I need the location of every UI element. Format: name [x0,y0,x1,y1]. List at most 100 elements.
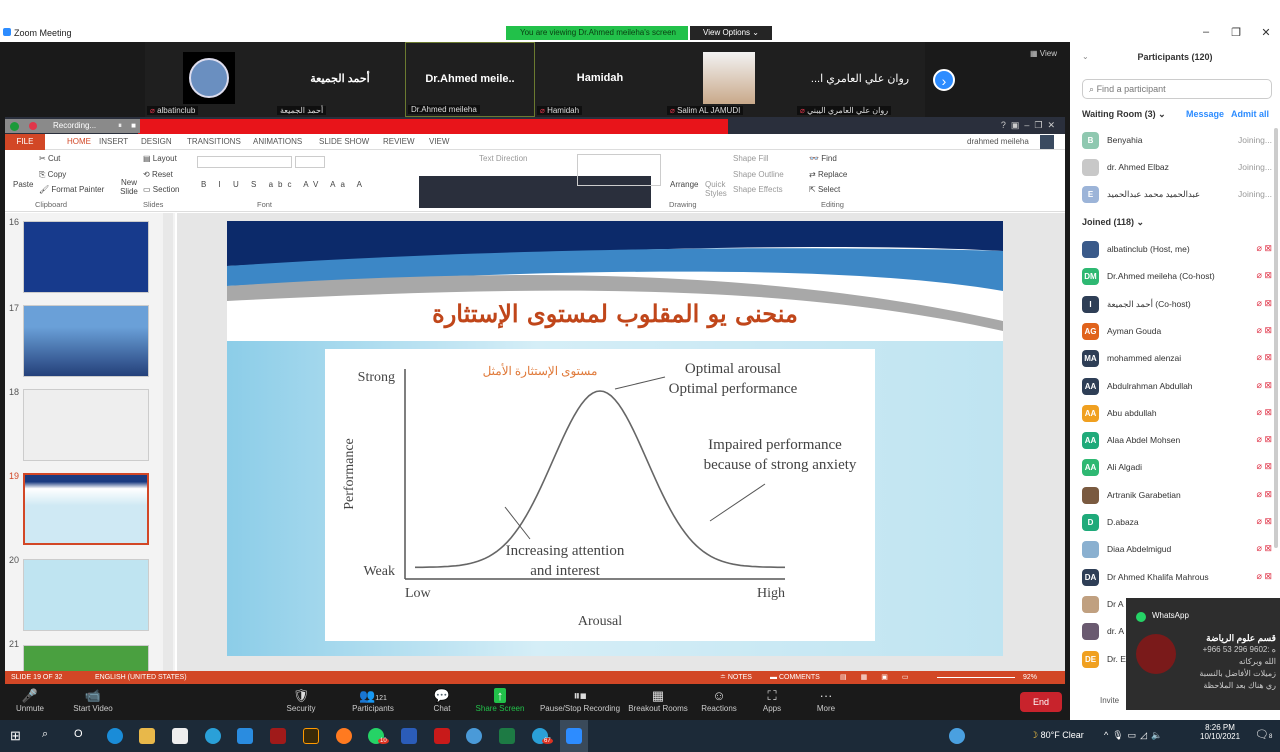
mic-video-status-icons[interactable]: ⌀ ⊠ [1257,461,1272,472]
paste-button[interactable]: Paste [13,180,33,189]
section-button[interactable]: ▭ Section [143,185,179,194]
zoom-slider[interactable] [937,677,1015,678]
mic-video-status-icons[interactable]: ⌀ ⊠ [1257,434,1272,445]
invite-button[interactable]: Invite [1100,696,1119,705]
waiting-participant-row[interactable]: E عبدالحميد محمد عبدالحميد Joining... [1082,185,1272,205]
joined-participant-row[interactable]: AG Ayman Gouda ⌀ ⊠ [1082,322,1272,342]
joined-participant-row[interactable]: AA Alaa Abdel Mohsen ⌀ ⊠ [1082,431,1272,451]
end-meeting-button[interactable]: End [1020,692,1062,712]
mic-video-status-icons[interactable]: ⌀ ⊠ [1257,489,1272,500]
account-avatar[interactable] [1040,135,1054,149]
joined-header[interactable]: Joined (118) ⌄ [1082,217,1144,228]
system-tray-icons[interactable]: ^🎙▭◿🔈 [1104,730,1166,741]
mic-video-status-icons[interactable]: ⌀ ⊠ [1257,352,1272,363]
participant-search-input[interactable]: ⌕ Find a participant [1082,79,1272,99]
tab-insert[interactable]: INSERT [99,137,128,146]
copy-button[interactable]: ⎘ Copy [39,170,66,180]
mic-video-status-icons[interactable]: ⌀ ⊠ [1257,543,1272,554]
weather-widget[interactable]: ☽ 80°F Clear [1030,730,1084,741]
joined-participant-row[interactable]: DA Dr Ahmed Khalifa Mahrous ⌀ ⊠ [1082,568,1272,588]
slide-thumbnail-20[interactable] [23,559,149,631]
joined-participant-row[interactable]: I أحمد الجميعة (Co-host) ⌀ ⊠ [1082,295,1272,315]
excel-icon[interactable] [499,728,515,744]
ppt-window-controls[interactable]: ? ▣ – ❐ ✕ [1001,120,1055,131]
zoom-taskbar-active[interactable] [560,720,588,752]
tab-animations[interactable]: ANIMATIONS [253,137,302,146]
minimize-button[interactable]: – [1196,26,1216,38]
tab-view[interactable]: VIEW [429,137,449,146]
video-tile-active-speaker[interactable]: Dr.Ahmed meile.. Dr.Ahmed meileha [405,42,535,117]
font-family-select[interactable] [197,156,292,168]
language-indicator[interactable]: ENGLISH (UNITED STATES) [95,671,187,684]
waiting-participant-row[interactable]: B Benyahia Joining... [1082,131,1272,151]
notification-center-icon[interactable]: 🗨8 [1255,728,1272,741]
video-tile[interactable]: ⌀ Salim AL JAMUDI [665,42,795,117]
pause-stop-recording-button[interactable]: ⏸⏹ Pause/Stop Recording [538,688,622,713]
joined-participant-row[interactable]: albatinclub (Host, me) ⌀ ⊠ [1082,240,1272,260]
mic-video-status-icons[interactable]: ⌀ ⊠ [1257,270,1272,281]
firefox-icon[interactable] [336,728,352,744]
find-button[interactable]: 👓 Find [809,154,837,163]
quick-styles-button[interactable]: Quick Styles [705,180,727,198]
apps-button[interactable]: ⛶ Apps [758,688,786,713]
waiting-participant-row[interactable]: dr. Ahmed Elbaz Joining... [1082,158,1272,178]
video-tile[interactable]: أحمد الجميعة أحمد الجميعة [275,42,405,117]
select-button[interactable]: ⇱ Select [809,185,840,194]
clock[interactable]: 8:26 PM 10/10/2021 [1200,723,1240,741]
slide-thumbnail-16[interactable] [23,221,149,293]
tab-design[interactable]: DESIGN [141,137,172,146]
acrobat-icon[interactable] [434,728,450,744]
shape-fill-button[interactable]: Shape Fill [733,154,769,163]
participants-button[interactable]: 👥121 Participants [348,688,398,713]
restore-button[interactable]: ❐ [1226,26,1246,39]
chat-button[interactable]: 💬 Chat [428,688,456,713]
stop-icon[interactable]: ■ [131,119,136,133]
tab-slide-show[interactable]: SLIDE SHOW [319,137,369,146]
text-direction-button[interactable]: Text Direction [479,154,527,163]
close-button[interactable]: ✕ [1256,26,1276,39]
message-waiting-link[interactable]: Message [1186,109,1224,119]
mic-video-status-icons[interactable]: ⌀ ⊠ [1257,571,1272,582]
reset-button[interactable]: ⟲ Reset [143,170,173,179]
slide-thumbnail-17[interactable] [23,305,149,377]
joined-participant-row[interactable]: AA Ali Algadi ⌀ ⊠ [1082,458,1272,478]
joined-participant-row[interactable]: Diaa Abdelmigud ⌀ ⊠ [1082,540,1272,560]
slide-thumbnail-18[interactable] [23,389,149,461]
joined-participant-row[interactable]: Artranik Garabetian ⌀ ⊠ [1082,486,1272,506]
thumbnails-scrollbar[interactable] [163,213,173,671]
shapes-gallery[interactable] [577,154,661,186]
joined-participant-row[interactable]: AA Abdulrahman Abdullah ⌀ ⊠ [1082,377,1272,397]
edge-icon[interactable] [107,728,123,744]
joined-participant-row[interactable]: AA Abu abdullah ⌀ ⊠ [1082,404,1272,424]
share-screen-button[interactable]: ↑ Share Screen [474,688,526,713]
joined-participant-row[interactable]: D D.abaza ⌀ ⊠ [1082,513,1272,533]
reactions-button[interactable]: ☺ Reactions [700,688,738,713]
video-tile[interactable]: ⌀ albatinclub [145,42,275,117]
font-format-buttons[interactable]: B I U S abc AV Aa A [201,180,367,189]
admit-all-link[interactable]: Admit all [1231,109,1269,119]
telegram-icon[interactable] [205,728,221,744]
security-button[interactable]: 🛡 Security [280,688,322,713]
search-icon[interactable]: ⌕ [42,728,58,744]
whatsapp-notification[interactable]: WhatsApp قسم علوم الرياضة +966 53 296 96… [1126,598,1280,710]
pause-icon[interactable]: ⏸ [118,119,122,133]
account-name[interactable]: drahmed meileha [967,137,1029,146]
mic-video-status-icons[interactable]: ⌀ ⊠ [1257,516,1272,527]
mic-video-status-icons[interactable]: ⌀ ⊠ [1257,380,1272,391]
breakout-rooms-button[interactable]: ▦ Breakout Rooms [628,688,688,713]
next-page-button[interactable]: › [933,69,955,91]
waiting-room-header[interactable]: Waiting Room (3) ⌄ [1082,109,1166,120]
store-icon[interactable] [172,728,188,744]
font-size-select[interactable] [295,156,325,168]
help-icon[interactable] [949,728,965,744]
start-video-button[interactable]: 📹 Start Video [70,688,116,713]
layout-button[interactable]: ▤ Layout [143,154,177,163]
file-explorer-icon[interactable] [139,728,155,744]
comments-button[interactable]: ▬ COMMENTS [770,671,820,684]
view-options-button[interactable]: View Options ⌄ [690,26,772,40]
notes-button[interactable]: ≐ NOTES [720,671,752,684]
illustrator-icon[interactable] [303,728,319,744]
video-tile[interactable]: ...روان علي العامري ا ⌀ روان علي العامري… [795,42,925,117]
arrange-button[interactable]: Arrange [670,180,698,189]
mic-video-status-icons[interactable]: ⌀ ⊠ [1257,243,1272,254]
